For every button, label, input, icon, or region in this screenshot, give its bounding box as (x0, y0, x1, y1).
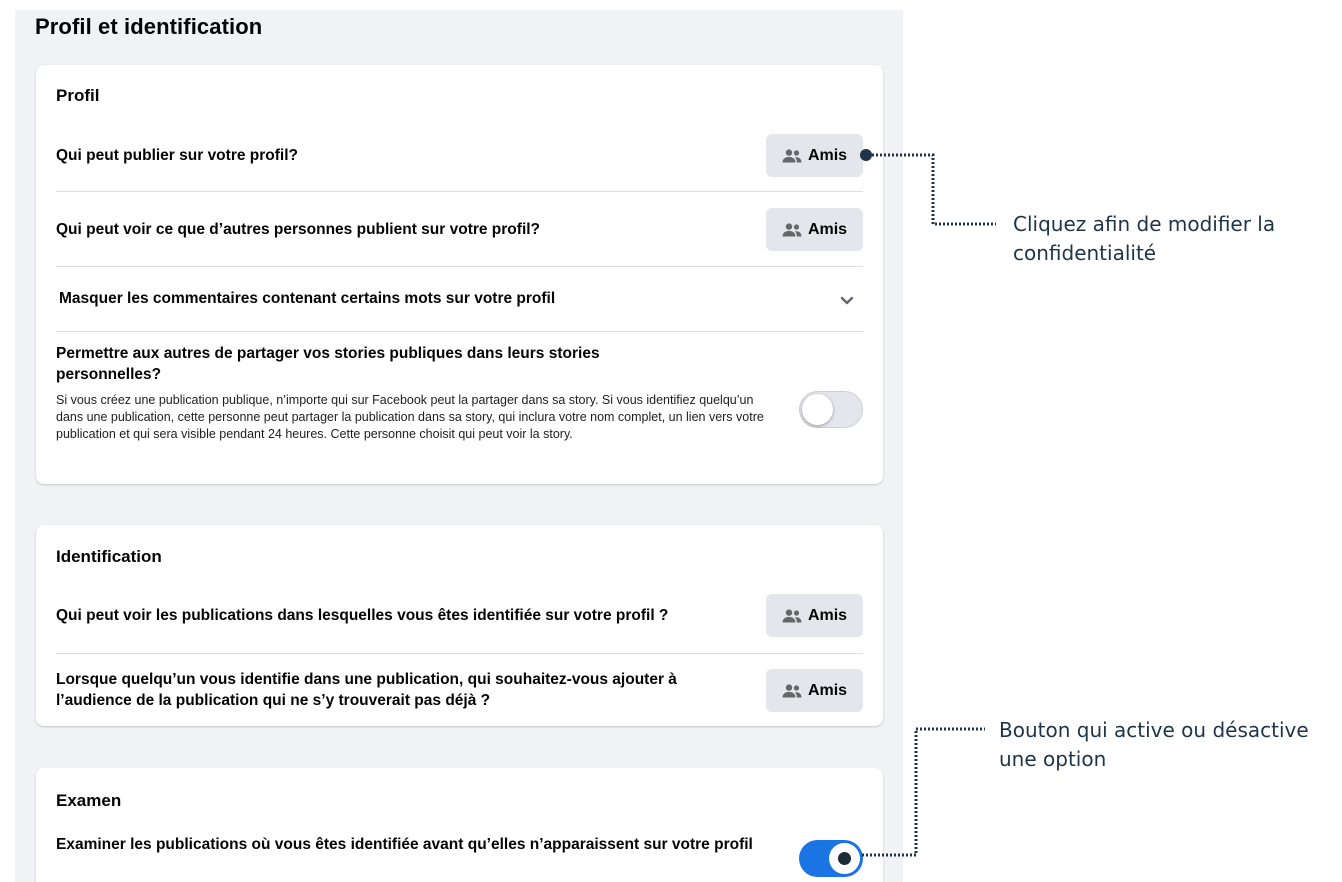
toggle-knob (829, 843, 860, 874)
friends-icon (782, 683, 802, 698)
examen-card: Examen Examiner les publications où vous… (36, 768, 883, 882)
tagged-posts-audience-button[interactable]: Amis (766, 594, 863, 637)
friends-icon (782, 148, 802, 163)
divider (56, 266, 863, 267)
audience-label: Amis (807, 146, 848, 164)
audience-label: Amis (807, 681, 848, 699)
divider (56, 191, 863, 192)
chevron-down-icon[interactable] (839, 292, 855, 313)
share-stories-toggle[interactable] (799, 391, 863, 428)
page-title: Profil et identification (35, 14, 263, 39)
settings-panel: Profil et identification Profil Qui peut… (15, 10, 903, 882)
profil-card-title: Profil (56, 86, 100, 105)
hide-comments-label: Masquer les commentaires contenant certa… (59, 290, 556, 307)
review-tags-label: Examiner les publications où vous êtes i… (56, 836, 753, 853)
share-stories-description: Si vous créez une publication publique, … (56, 393, 764, 441)
who-can-post-label: Qui peut publier sur votre profil? (56, 147, 298, 164)
tagged-posts-visibility-row: Qui peut voir les publications dans lesq… (56, 594, 863, 637)
examen-card-title: Examen (56, 791, 122, 810)
friends-icon (782, 608, 802, 623)
divider (56, 653, 863, 654)
audience-label: Amis (807, 220, 848, 238)
callout-marker (838, 852, 851, 865)
identification-card: Identification Qui peut voir les publica… (36, 525, 883, 726)
identification-card-title: Identification (56, 547, 162, 566)
share-stories-row: Permettre aux autres de partager vos sto… (56, 343, 863, 478)
who-can-post-row: Qui peut publier sur votre profil? Amis (56, 134, 863, 177)
review-tags-toggle[interactable] (799, 840, 863, 877)
who-can-see-posts-label: Qui peut voir ce que d’autres personnes … (56, 221, 541, 238)
who-can-see-posts-row: Qui peut voir ce que d’autres personnes … (56, 208, 863, 251)
share-stories-title: Permettre aux autres de partager vos sto… (56, 345, 600, 383)
profil-card: Profil Qui peut publier sur votre profil… (36, 65, 883, 484)
hide-comments-row[interactable]: Masquer les commentaires contenant certa… (56, 279, 863, 319)
toggle-knob (802, 394, 833, 425)
divider (56, 331, 863, 332)
who-can-post-audience-button[interactable]: Amis (766, 134, 863, 177)
review-tags-row: Examiner les publications où vous êtes i… (56, 834, 863, 882)
audience-label: Amis (807, 606, 848, 624)
tag-audience-button[interactable]: Amis (766, 669, 863, 712)
who-can-see-posts-audience-button[interactable]: Amis (766, 208, 863, 251)
callout-toggle-text: Bouton qui active ou désactive une optio… (999, 718, 1309, 771)
tagged-posts-visibility-label: Qui peut voir les publications dans lesq… (56, 607, 669, 624)
tag-audience-row: Lorsque quelqu’un vous identifie dans un… (56, 669, 863, 712)
friends-icon (782, 222, 802, 237)
callout-privacy-text: Cliquez afin de modifier la confidential… (1013, 212, 1276, 265)
tag-audience-label: Lorsque quelqu’un vous identifie dans un… (56, 671, 677, 709)
